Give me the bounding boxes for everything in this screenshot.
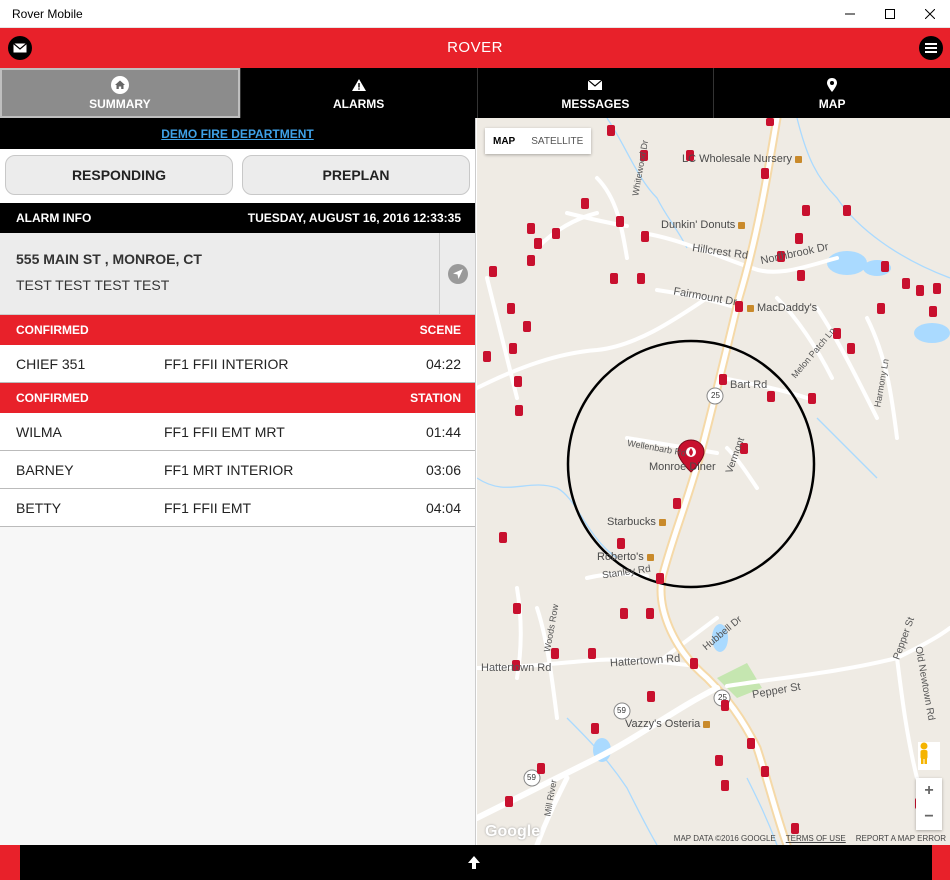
responder-name: WILMA <box>16 424 62 440</box>
arrow-up-icon <box>468 856 480 869</box>
map-label-vazzys: Vazzy's Osteria <box>625 718 711 730</box>
alarm-address: 555 MAIN ST , MONROE, CT <box>16 251 202 267</box>
preplan-button[interactable]: PREPLAN <box>242 155 470 195</box>
close-icon <box>925 9 935 19</box>
map-data-credit: MAP DATA ©2016 GOOGLE <box>673 834 776 843</box>
responder-time: 01:44 <box>425 424 461 440</box>
home-icon <box>110 75 129 94</box>
tab-alarms[interactable]: ALARMS <box>239 68 477 118</box>
maximize-icon <box>885 9 895 19</box>
zoom-out-button[interactable]: − <box>916 804 942 830</box>
map-view[interactable]: MAP SATELLITE LC Wholesale Nursery Dunki… <box>477 118 950 845</box>
map-attribution: MAP DATA ©2016 GOOGLE TERMS OF USE REPOR… <box>674 834 946 843</box>
hamburger-icon <box>925 43 937 53</box>
tab-bar: SUMMARY ALARMS MESSAGES MAP <box>0 68 950 118</box>
menu-button[interactable] <box>919 36 943 60</box>
scene-status: CONFIRMED <box>16 323 89 337</box>
bottom-bar <box>0 845 950 880</box>
map-label-hattertown-west: Hattertown Rd <box>481 662 552 674</box>
responder-row[interactable]: BETTY FF1 FFII EMT 04:04 <box>0 489 475 527</box>
summary-panel: DEMO FIRE DEPARTMENT RESPONDING PREPLAN … <box>0 118 476 845</box>
expand-up-button[interactable] <box>466 854 482 875</box>
department-bar: DEMO FIRE DEPARTMENT <box>0 118 475 149</box>
zoom-in-button[interactable]: + <box>916 778 942 804</box>
alarm-info-bar: ALARM INFO TUESDAY, AUGUST 16, 2016 12:3… <box>0 203 475 233</box>
route-25-label: 25 <box>718 693 727 702</box>
google-logo: Google <box>485 823 541 840</box>
tab-map[interactable]: MAP <box>713 68 950 118</box>
navigation-arrow-icon <box>452 269 463 279</box>
responding-button[interactable]: RESPONDING <box>5 155 233 195</box>
map-label-bart: Bart Rd <box>730 379 768 391</box>
close-window-button[interactable] <box>910 0 950 28</box>
alarm-info-label: ALARM INFO <box>16 211 92 225</box>
department-link[interactable]: DEMO FIRE DEPARTMENT <box>161 127 313 141</box>
app-title: ROVER <box>447 39 503 56</box>
route-59-label: 59 <box>527 773 536 782</box>
map-label-monroe-diner: Monroe Diner <box>649 461 716 473</box>
map-label-nursery: LC Wholesale Nursery <box>682 153 803 165</box>
warning-icon <box>351 78 366 91</box>
zoom-control: + − <box>916 778 942 830</box>
app-header: ROVER <box>0 28 950 68</box>
route-59 <box>477 685 720 845</box>
tab-messages[interactable]: MESSAGES <box>476 68 714 118</box>
map-label-dunkin: Dunkin' Donuts <box>661 219 746 231</box>
responder-time: 04:22 <box>425 356 461 372</box>
station-status: CONFIRMED <box>16 391 89 405</box>
window-titlebar: Rover Mobile <box>0 0 950 28</box>
report-map-error-link[interactable]: REPORT A MAP ERROR <box>856 834 946 843</box>
tab-alarms-label: ALARMS <box>332 96 385 111</box>
alarm-datetime: TUESDAY, AUGUST 16, 2016 12:33:35 <box>247 211 461 225</box>
station-header: CONFIRMED STATION <box>0 383 475 413</box>
minimize-button[interactable] <box>830 0 870 28</box>
responder-name: BARNEY <box>16 462 74 478</box>
map-label-robertos: Roberto's <box>597 551 654 563</box>
minimize-icon <box>845 13 855 15</box>
tab-messages-label: MESSAGES <box>561 96 630 111</box>
street-view-pegman-button[interactable] <box>918 742 940 770</box>
tab-summary-label: SUMMARY <box>89 96 151 111</box>
station-location: STATION <box>410 391 461 405</box>
action-row: RESPONDING PREPLAN <box>0 149 475 203</box>
responder-time: 04:04 <box>425 500 461 516</box>
map-pin-icon <box>827 77 838 92</box>
alarm-address-box: 555 MAIN ST , MONROE, CT TEST TEST TEST … <box>0 233 475 315</box>
bottom-edge-left <box>0 845 20 880</box>
responder-quals: FF1 FFII EMT MRT <box>164 424 285 440</box>
map-type-satellite-button[interactable]: SATELLITE <box>523 128 591 154</box>
responder-name: BETTY <box>16 500 62 516</box>
tab-summary[interactable]: SUMMARY <box>0 68 240 118</box>
scene-header: CONFIRMED SCENE <box>0 315 475 345</box>
map-label-macdaddys: MacDaddy's <box>747 302 817 314</box>
tab-map-label: MAP <box>818 96 846 111</box>
responder-name: CHIEF 351 <box>16 356 86 372</box>
scene-location: SCENE <box>419 323 461 337</box>
window-title: Rover Mobile <box>12 7 83 21</box>
terms-of-use-link[interactable]: TERMS OF USE <box>786 834 846 843</box>
map-type-toggle: MAP SATELLITE <box>485 128 592 154</box>
navigate-button[interactable] <box>439 233 475 315</box>
envelope-icon <box>588 79 603 90</box>
route-25-label: 25 <box>711 391 720 400</box>
map-type-map-button[interactable]: MAP <box>485 128 523 154</box>
maximize-button[interactable] <box>870 0 910 28</box>
responder-quals: FF1 MRT INTERIOR <box>164 462 294 478</box>
responder-row[interactable]: BARNEY FF1 MRT INTERIOR 03:06 <box>0 451 475 489</box>
alarm-notes: TEST TEST TEST TEST <box>16 277 170 293</box>
responder-quals: FF1 FFII INTERIOR <box>164 356 289 372</box>
route-59-label: 59 <box>617 706 626 715</box>
pegman-icon <box>920 742 928 764</box>
responder-row[interactable]: WILMA FF1 FFII EMT MRT 01:44 <box>0 413 475 451</box>
responder-quals: FF1 FFII EMT <box>164 500 252 516</box>
responder-time: 03:06 <box>425 462 461 478</box>
map-label-starbucks: Starbucks <box>607 516 666 528</box>
bottom-edge-right <box>932 845 950 880</box>
responder-row[interactable]: CHIEF 351 FF1 FFII INTERIOR 04:22 <box>0 345 475 383</box>
